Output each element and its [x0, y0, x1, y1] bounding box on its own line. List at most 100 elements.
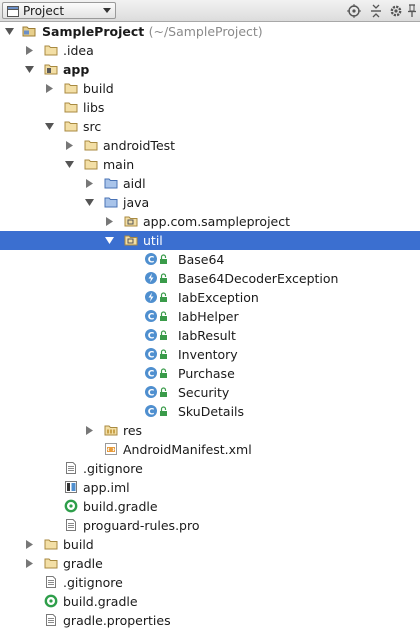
project-view-selector[interactable]: Project — [2, 2, 116, 19]
class-icon: C — [144, 404, 158, 418]
pin-icon[interactable] — [405, 3, 419, 19]
folder-icon — [44, 556, 58, 570]
folder-icon — [84, 157, 98, 171]
expanded-arrow-icon[interactable] — [4, 26, 15, 37]
lock-icon — [159, 271, 169, 285]
tree-label: Inventory — [178, 347, 238, 362]
tree-label: proguard-rules.pro — [83, 518, 200, 533]
tree-row-root-build-gradle[interactable]: build.gradle — [0, 592, 420, 611]
tree-row-app-iml[interactable]: app.iml — [0, 478, 420, 497]
xml-file-icon — [104, 442, 118, 456]
tree-row-app-build-gradle[interactable]: build.gradle — [0, 497, 420, 516]
svg-text:C: C — [148, 313, 155, 323]
tree-row-class[interactable]: C SkuDetails — [0, 402, 420, 421]
tree-label: res — [123, 423, 143, 438]
lock-icon — [159, 328, 169, 342]
tree-label: .gitignore — [83, 461, 143, 476]
collapsed-arrow-icon[interactable] — [24, 45, 35, 56]
tree-label: aidl — [123, 176, 146, 191]
exception-class-icon — [144, 271, 158, 285]
collapsed-arrow-icon[interactable] — [44, 83, 55, 94]
tree-row-root-build[interactable]: build — [0, 535, 420, 554]
class-icon: C — [144, 328, 158, 342]
tree-row-java[interactable]: java — [0, 193, 420, 212]
exception-class-icon — [144, 290, 158, 304]
collapsed-arrow-icon[interactable] — [24, 558, 35, 569]
tree-row-class[interactable]: IabException — [0, 288, 420, 307]
project-tree[interactable]: SampleProject (~/SampleProject) .idea ap… — [0, 22, 420, 628]
lock-icon — [159, 385, 169, 399]
tree-label: build — [83, 81, 114, 96]
tree-row-util[interactable]: util — [0, 231, 420, 250]
gradle-icon — [44, 594, 58, 608]
collapsed-arrow-icon[interactable] — [84, 178, 95, 189]
collapse-all-icon[interactable] — [368, 3, 384, 19]
svg-text:C: C — [148, 351, 155, 361]
tree-label: build.gradle — [83, 499, 158, 514]
expanded-arrow-icon[interactable] — [104, 235, 115, 246]
tree-row-class[interactable]: C IabResult — [0, 326, 420, 345]
tree-row-root-gitignore[interactable]: .gitignore — [0, 573, 420, 592]
tree-row-idea[interactable]: .idea — [0, 41, 420, 60]
tree-label: gradle — [63, 556, 103, 571]
tree-row-class[interactable]: C Security — [0, 383, 420, 402]
tree-label: IabException — [178, 290, 259, 305]
gradle-icon — [64, 499, 78, 513]
tree-label: build.gradle — [63, 594, 138, 609]
folder-icon — [44, 43, 58, 57]
tree-row-app-build[interactable]: build — [0, 79, 420, 98]
svg-text:C: C — [148, 332, 155, 342]
tree-row-class[interactable]: C IabHelper — [0, 307, 420, 326]
tree-row-androidtest[interactable]: androidTest — [0, 136, 420, 155]
tree-row-class[interactable]: C Inventory — [0, 345, 420, 364]
tree-row-gradle[interactable]: gradle — [0, 554, 420, 573]
lock-icon — [159, 347, 169, 361]
collapsed-arrow-icon[interactable] — [84, 425, 95, 436]
class-icon: C — [144, 385, 158, 399]
text-file-icon — [44, 575, 58, 589]
tree-row-src[interactable]: src — [0, 117, 420, 136]
tree-row-proguard[interactable]: proguard-rules.pro — [0, 516, 420, 535]
tree-label: Purchase — [178, 366, 235, 381]
collapsed-arrow-icon[interactable] — [104, 216, 115, 227]
tree-label: app.iml — [83, 480, 130, 495]
svg-text:C: C — [148, 389, 155, 399]
target-icon[interactable] — [346, 3, 362, 19]
svg-text:C: C — [148, 256, 155, 266]
tree-row-main[interactable]: main — [0, 155, 420, 174]
tree-row-class[interactable]: C Base64 — [0, 250, 420, 269]
tree-label: .idea — [63, 43, 94, 58]
tree-row-libs[interactable]: libs — [0, 98, 420, 117]
source-folder-icon — [104, 195, 118, 209]
gear-icon[interactable] — [388, 3, 404, 19]
tree-label: libs — [83, 100, 105, 115]
tree-label: app.com.sampleproject — [143, 214, 291, 229]
collapsed-arrow-icon[interactable] — [64, 140, 75, 151]
tree-row-class[interactable]: C Purchase — [0, 364, 420, 383]
collapsed-arrow-icon[interactable] — [24, 539, 35, 550]
tree-row-app-gitignore[interactable]: .gitignore — [0, 459, 420, 478]
tree-label: androidTest — [103, 138, 176, 153]
project-view-label: Project — [23, 4, 65, 18]
tree-row-sampleproject[interactable]: SampleProject (~/SampleProject) — [0, 22, 420, 41]
tree-label: SampleProject (~/SampleProject) — [42, 24, 263, 39]
package-icon — [124, 214, 138, 228]
tree-row-gradle-properties[interactable]: gradle.properties — [0, 611, 420, 630]
expanded-arrow-icon[interactable] — [64, 159, 75, 170]
expanded-arrow-icon[interactable] — [84, 197, 95, 208]
tree-row-package[interactable]: app.com.sampleproject — [0, 212, 420, 231]
project-folder-icon — [22, 24, 36, 38]
folder-icon — [44, 537, 58, 551]
tree-row-res[interactable]: res — [0, 421, 420, 440]
expanded-arrow-icon[interactable] — [24, 64, 35, 75]
tree-row-manifest[interactable]: AndroidManifest.xml — [0, 440, 420, 459]
tree-row-class[interactable]: Base64DecoderException — [0, 269, 420, 288]
tree-row-app[interactable]: app — [0, 60, 420, 79]
tree-label: Base64DecoderException — [178, 271, 339, 286]
project-toolbar: Project — [0, 0, 420, 22]
tree-label: main — [103, 157, 135, 172]
iml-file-icon — [64, 480, 78, 494]
expanded-arrow-icon[interactable] — [44, 121, 55, 132]
tree-row-aidl[interactable]: aidl — [0, 174, 420, 193]
resource-folder-icon — [104, 423, 118, 437]
